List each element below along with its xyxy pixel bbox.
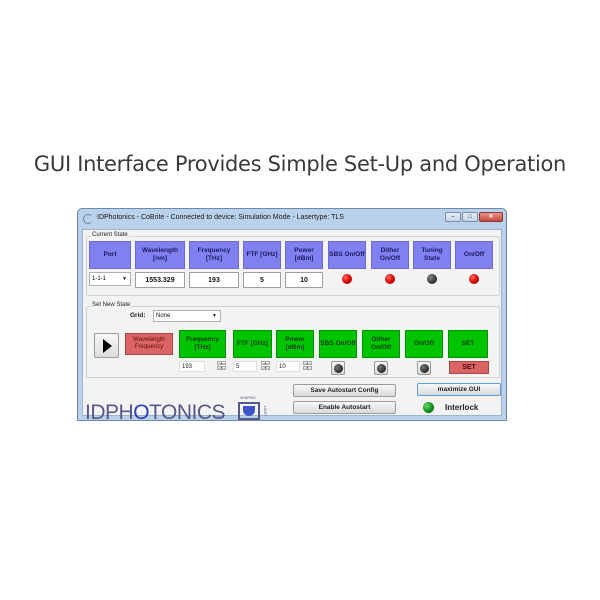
sbs-status-led: [342, 274, 352, 284]
set-sbs-button[interactable]: SBS On/Off: [319, 330, 357, 358]
spin-down-icon[interactable]: ▼: [261, 366, 270, 370]
maximize-icon: □: [468, 214, 472, 220]
port-value: 1-1-1: [92, 276, 107, 282]
spin-up-icon[interactable]: ▲: [261, 361, 270, 365]
grid-label: Grid:: [130, 312, 146, 319]
frequency-value: 193: [189, 272, 239, 288]
onoff-status-led: [469, 274, 479, 284]
power-spinner[interactable]: ▲ ▼: [303, 361, 312, 371]
frequency-input[interactable]: 193: [179, 361, 205, 372]
power-value: 10: [285, 272, 323, 288]
close-icon: ✕: [488, 214, 494, 220]
toggle-indicator-icon: [376, 363, 386, 373]
ftf-input[interactable]: 5: [233, 361, 257, 372]
toggle-indicator-icon: [333, 363, 343, 373]
header-sbs: SBS On/Off: [328, 241, 366, 269]
power-input-value: 10: [279, 363, 286, 370]
onoff-toggle[interactable]: [417, 361, 431, 375]
wavelength-frequency-toggle[interactable]: Wavelength Frequency: [125, 333, 173, 355]
logo-o: O: [133, 401, 150, 424]
idphotonics-logo: IDPHOTONICS: [85, 401, 225, 425]
dither-status-led: [385, 274, 395, 284]
current-state-label: Current State: [91, 232, 129, 238]
logo-shaping: SHAPING: [240, 396, 256, 400]
frequency-spinner[interactable]: ▲ ▼: [217, 361, 226, 371]
frequency-input-value: 193: [182, 363, 193, 370]
header-onoff: On/Off: [455, 241, 493, 269]
set-new-state-label: Set New State: [91, 302, 132, 308]
tuning-status-led: [427, 274, 437, 284]
power-input[interactable]: 10: [276, 361, 300, 372]
logo-light: LIGHT: [263, 406, 267, 417]
chevron-down-icon: ▼: [122, 276, 127, 282]
header-dither: Dither On/Off: [371, 241, 409, 269]
shaping-light-logo-icon: [238, 402, 260, 420]
logo-text-part1: IDPH: [85, 401, 134, 424]
wavelength-value: 1553.329: [135, 272, 185, 288]
header-wavelength: Wavelength [nm]: [135, 241, 185, 269]
header-frequency: Frequency [THz]: [189, 241, 239, 269]
set-ftf-button[interactable]: FTF [GHz]: [233, 330, 272, 358]
interlock-label: Interlock: [445, 403, 479, 412]
window-title: IDPhotonics - CoBrite - Connected to dev…: [97, 214, 344, 221]
title-bar: IDPhotonics - CoBrite - Connected to dev…: [78, 209, 506, 229]
dither-toggle[interactable]: [374, 361, 388, 375]
ftf-input-value: 5: [236, 363, 240, 370]
logo-text-part2: TONICS: [149, 401, 225, 424]
header-port: Port: [89, 241, 131, 269]
chevron-down-icon: ▼: [212, 313, 217, 319]
spin-down-icon[interactable]: ▼: [303, 366, 312, 370]
app-icon: [83, 214, 93, 224]
header-ftf: FTF [GHz]: [243, 241, 281, 269]
maximize-gui-button[interactable]: maximize GUI: [417, 383, 501, 396]
set-frequency-button[interactable]: Frequency [THz]: [179, 330, 226, 358]
play-button[interactable]: [94, 333, 119, 358]
page-headline: GUI Interface Provides Simple Set-Up and…: [33, 152, 567, 176]
minimize-icon: –: [451, 214, 455, 220]
grid-select[interactable]: None ▼: [153, 310, 221, 322]
spin-up-icon[interactable]: ▲: [217, 361, 226, 365]
set-power-button[interactable]: Power [dBm]: [276, 330, 314, 358]
logo-gmbh: GmbH: [214, 415, 225, 419]
port-select[interactable]: 1-1-1 ▼: [89, 272, 131, 286]
header-power: Power [dBm]: [285, 241, 323, 269]
ftf-spinner[interactable]: ▲ ▼: [261, 361, 270, 371]
set-onoff-button[interactable]: On/Off: [405, 330, 443, 358]
minimize-button[interactable]: –: [445, 212, 461, 222]
app-window: IDPhotonics - CoBrite - Connected to dev…: [77, 208, 507, 424]
toggle-indicator-icon: [419, 363, 429, 373]
client-area: Current State Port Wavelength [nm] Frequ…: [82, 229, 502, 424]
interlock-led: [423, 402, 434, 413]
ftf-value: 5: [243, 272, 281, 288]
close-button[interactable]: ✕: [479, 212, 503, 222]
header-tuning: Tuning State: [413, 241, 451, 269]
maximize-button[interactable]: □: [462, 212, 478, 222]
save-autostart-config-button[interactable]: Save Autostart Config: [293, 384, 396, 397]
spin-up-icon[interactable]: ▲: [303, 361, 312, 365]
enable-autostart-button[interactable]: Enable Autostart: [293, 401, 396, 414]
set-all-button[interactable]: SET: [448, 330, 488, 358]
grid-value: None: [156, 313, 171, 319]
spin-down-icon[interactable]: ▼: [217, 366, 226, 370]
set-button[interactable]: SET: [449, 361, 489, 374]
sbs-toggle[interactable]: [331, 361, 345, 375]
set-dither-button[interactable]: Dither On/Off: [362, 330, 400, 358]
